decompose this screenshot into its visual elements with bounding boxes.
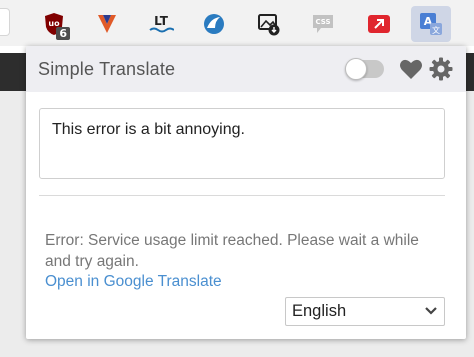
css-icon-label: CSS — [315, 18, 330, 26]
simple-translate-icon: A文 — [418, 11, 444, 37]
heart-icon[interactable] — [398, 56, 424, 82]
css-icon: CSS — [311, 13, 335, 35]
target-language-select[interactable]: English — [285, 297, 445, 326]
chevron-down-icon — [424, 302, 438, 321]
translation-result: Error: Service usage limit reached. Plea… — [45, 232, 419, 270]
address-bar-edge[interactable] — [0, 8, 10, 36]
gear-icon[interactable] — [428, 56, 454, 82]
red-extension-button[interactable] — [363, 8, 395, 40]
vivaldi-extension-button[interactable] — [91, 8, 123, 40]
source-text: This error is a bit annoying. — [52, 121, 245, 138]
vivaldi-v-icon — [96, 13, 118, 35]
browser-toolbar: uo 6 LT CSS A文 — [0, 0, 474, 46]
languagetool-icon-label: LT — [154, 14, 169, 28]
image-download-extension-button[interactable] — [253, 8, 285, 40]
css-extension-button[interactable]: CSS — [307, 8, 339, 40]
selected-language: English — [292, 302, 347, 320]
image-download-icon — [257, 12, 281, 36]
svg-text:文: 文 — [432, 25, 440, 35]
translate-popup: Simple Translate This error is a bit ann… — [26, 46, 466, 339]
shark-extension-button[interactable] — [198, 8, 230, 40]
languagetool-extension-button[interactable]: LT — [145, 8, 177, 40]
ublock-extension-button[interactable]: uo 6 — [38, 8, 70, 40]
source-text-input[interactable]: This error is a bit annoying. — [39, 108, 445, 179]
languagetool-icon: LT — [148, 12, 174, 36]
shark-icon — [202, 12, 226, 36]
divider — [39, 195, 445, 196]
popup-header: Simple Translate — [26, 46, 466, 92]
simple-translate-extension-button[interactable]: A文 — [411, 6, 451, 42]
open-google-translate-link[interactable]: Open in Google Translate — [45, 273, 222, 291]
red-extension-icon — [367, 13, 391, 35]
toggle-knob — [345, 58, 367, 80]
popup-title: Simple Translate — [38, 58, 176, 79]
enable-toggle[interactable] — [345, 58, 384, 80]
ublock-badge: 6 — [56, 27, 70, 40]
